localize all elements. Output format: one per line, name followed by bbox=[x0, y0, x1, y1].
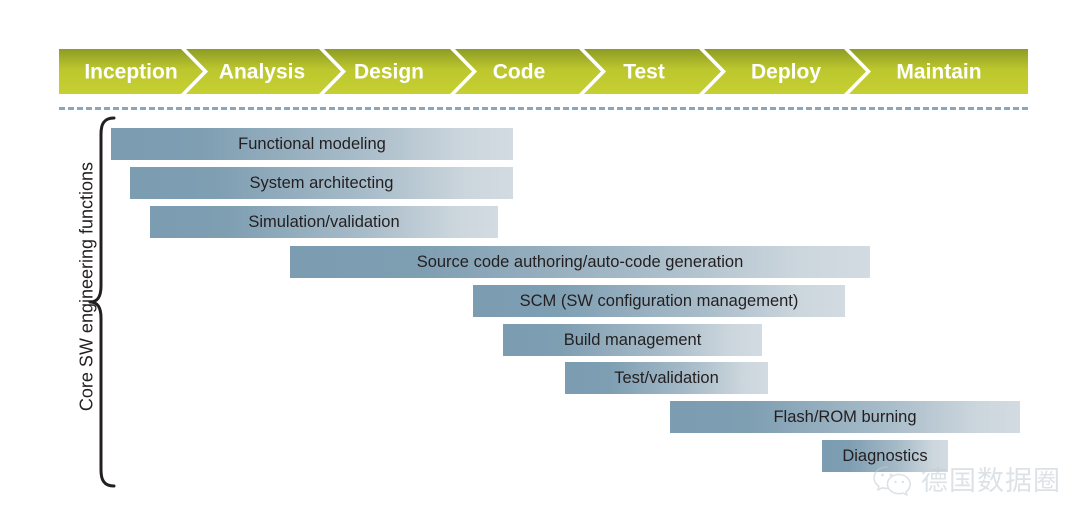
watermark: 德国数据圈 bbox=[872, 457, 1072, 505]
bar-label: Simulation/validation bbox=[248, 212, 400, 231]
bar-test-validation[interactable]: Test/validation bbox=[565, 362, 768, 394]
wechat-icon bbox=[873, 466, 911, 496]
bar-source-code-authoring[interactable]: Source code authoring/auto-code generati… bbox=[290, 246, 870, 278]
bar-label: System architecting bbox=[249, 173, 394, 192]
bar-label: Functional modeling bbox=[238, 134, 386, 153]
bar-scm[interactable]: SCM (SW configuration management) bbox=[473, 285, 845, 317]
bar-flash-rom-burning[interactable]: Flash/ROM burning bbox=[670, 401, 1020, 433]
bar-label: Test/validation bbox=[614, 368, 719, 387]
bar-simulation-validation[interactable]: Simulation/validation bbox=[150, 206, 498, 238]
bar-label: SCM (SW configuration management) bbox=[519, 291, 799, 310]
bar-build-management[interactable]: Build management bbox=[503, 324, 762, 356]
bar-system-architecting[interactable]: System architecting bbox=[130, 167, 513, 199]
bar-label: Build management bbox=[563, 330, 702, 349]
bar-label: Source code authoring/auto-code generati… bbox=[416, 252, 744, 271]
bar-label: Flash/ROM burning bbox=[773, 407, 917, 426]
bars-layer: Functional modeling System architecting … bbox=[0, 0, 1080, 522]
bar-functional-modeling[interactable]: Functional modeling bbox=[111, 128, 513, 160]
watermark-text: 德国数据圈 bbox=[921, 465, 1061, 497]
